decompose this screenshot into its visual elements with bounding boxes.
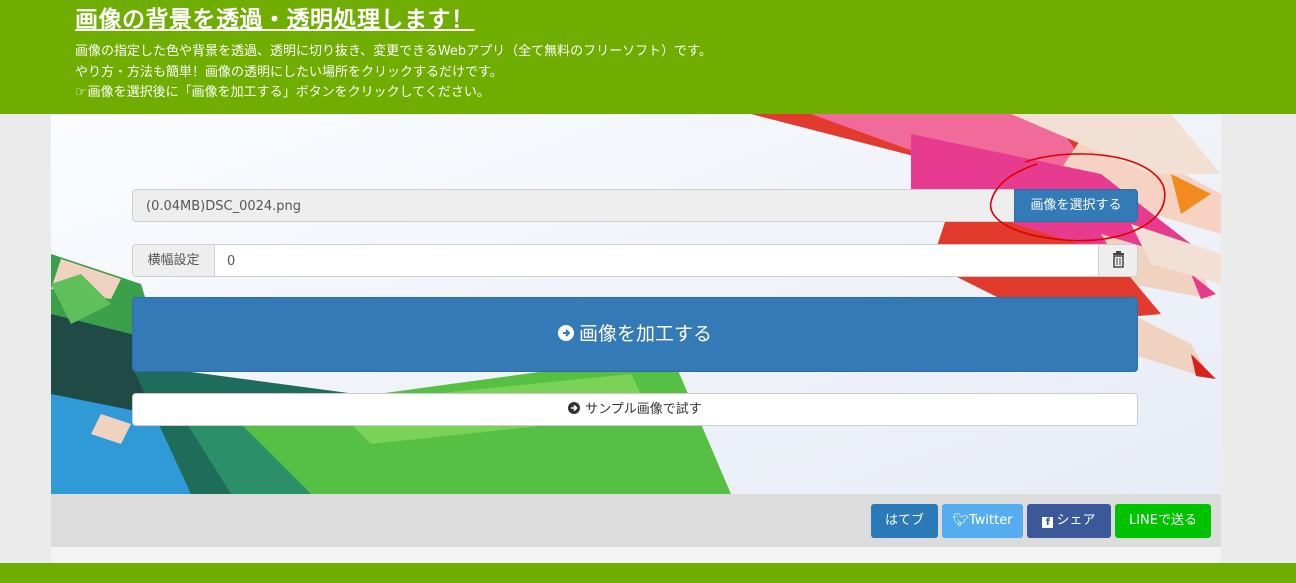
- red-annotation-circle: [989, 153, 1166, 242]
- width-setting-label: 横幅設定: [133, 245, 215, 276]
- description-line-2: やり方・方法も簡単！画像の透明にしたい場所をクリックするだけです。: [75, 65, 503, 80]
- hand-point-right-icon: ☞: [75, 85, 87, 100]
- arrow-circle-right-icon: [568, 402, 581, 414]
- width-setting-group: 横幅設定 0: [132, 244, 1138, 277]
- description-line-1: 画像の指定した色や背景を透過、透明に切り抜き、変更できるWebアプリ（全て無料の…: [75, 44, 712, 59]
- bottom-green-strip: [0, 563, 1296, 583]
- description-line-3: ☞画像を選択後に「画像を加工する」ボタンをクリックしてください。: [75, 81, 490, 100]
- width-input[interactable]: 0: [227, 254, 235, 269]
- twitter-label: Twitter: [968, 513, 1013, 528]
- file-name-display: (0.04MB)DSC_0024.png: [146, 199, 302, 214]
- twitter-share-button[interactable]: 🐦︎Twitter: [942, 504, 1023, 538]
- description-line-3-text: 画像を選択後に「画像を加工する」ボタンをクリックしてください。: [87, 85, 490, 100]
- process-image-button[interactable]: 画像を加工する: [132, 297, 1138, 372]
- process-button-label: 画像を加工する: [578, 323, 712, 345]
- facebook-label: シェア: [1056, 513, 1096, 528]
- header-bar: 画像の背景を透過・透明処理します！ 画像の指定した色や背景を透過、透明に切り抜き…: [0, 0, 1296, 114]
- hatena-bookmark-button[interactable]: はてブ: [871, 504, 938, 538]
- twitter-icon: 🐦︎: [952, 513, 969, 528]
- facebook-icon: f: [1042, 517, 1054, 528]
- page-title[interactable]: 画像の背景を透過・透明処理します！: [75, 0, 475, 34]
- content-separator: [51, 547, 1221, 563]
- share-bar: はてブ 🐦︎Twitter f シェア LINEで送る: [51, 494, 1221, 547]
- line-share-button[interactable]: LINEで送る: [1115, 504, 1211, 538]
- sample-button-label: サンプル画像で試す: [585, 402, 702, 417]
- facebook-share-button[interactable]: f シェア: [1027, 504, 1111, 538]
- trash-icon[interactable]: [1098, 245, 1137, 276]
- arrow-circle-right-icon: [557, 325, 574, 341]
- try-sample-button[interactable]: サンプル画像で試す: [132, 393, 1138, 426]
